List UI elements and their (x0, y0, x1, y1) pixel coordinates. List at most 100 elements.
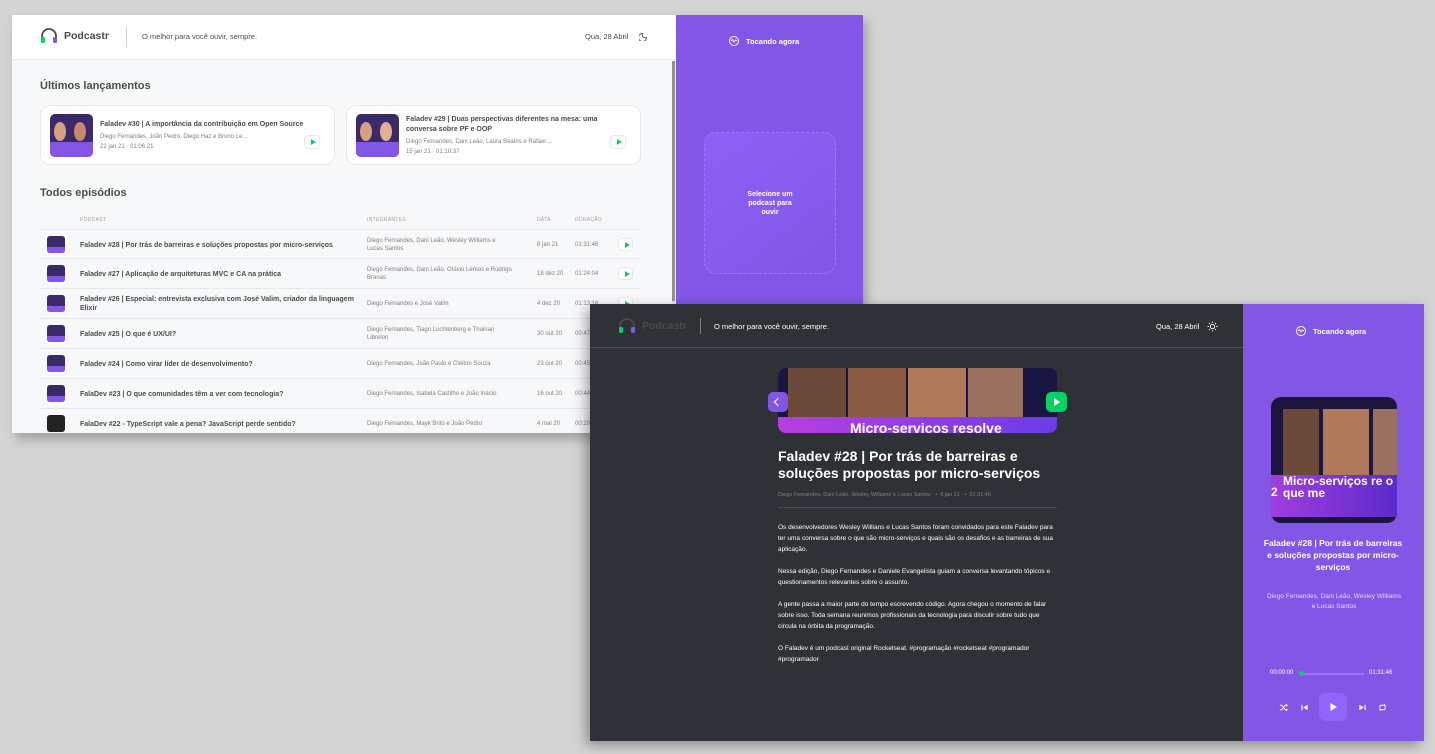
episode-cover: Micro-serviços resolve (778, 368, 1057, 433)
episode-members: Diego Fernandes, Dani Leão, Wesley Willi… (367, 238, 496, 252)
previous-button[interactable] (1297, 700, 1311, 714)
episode-date: 8 jan 21 (940, 492, 960, 498)
episode-thumbnail (47, 355, 65, 372)
latest-card[interactable]: Faladev #29 | Duas perspectivas diferent… (346, 105, 641, 165)
play-button[interactable] (618, 238, 633, 251)
playing-icon (1296, 326, 1306, 336)
progress-handle[interactable] (1299, 671, 1304, 676)
episode-date: 23 out 20 (537, 361, 563, 367)
empty-player-text: Selecione um podcast para ouvir (747, 190, 793, 216)
episode-thumbnail (47, 385, 65, 402)
play-pause-button[interactable] (1319, 693, 1347, 721)
latest-heading: Últimos lançamentos (40, 80, 151, 92)
description-paragraph: Os desenvolvedores Wesley Willians e Luc… (778, 524, 1053, 553)
episode-members: Diego Fernandes e José Valim (367, 301, 449, 307)
sun-icon[interactable] (1207, 321, 1218, 332)
header-divider (126, 27, 127, 47)
episode-window: Podcastr O melhor para você ouvir, sempr… (590, 304, 1424, 741)
column-podcast: PODCAST (80, 217, 107, 223)
episode-description: Os desenvolvedores Wesley Willians e Luc… (778, 522, 1058, 676)
episode-members: Diego Fernandes, Tiago Luchtenberg e Tha… (367, 327, 495, 341)
latest-members: Diego Fernandes, João Pedro, Diego Haz e… (100, 134, 248, 140)
latest-card[interactable]: Faladev #30 | A importância da contribui… (40, 105, 335, 165)
logo[interactable]: Podcastr (618, 318, 687, 334)
table-row: Faladev #26 | Especial: entrevista exclu… (40, 289, 640, 319)
player-sidebar: Tocando agora Micro-serviços re o que me… (1243, 304, 1424, 741)
play-episode-button[interactable] (1046, 392, 1067, 412)
tagline: O melhor para você ouvir, sempre. (714, 322, 830, 331)
episode-title[interactable]: FalaDev #23 | O que comunidades têm a ve… (80, 379, 365, 409)
episode-thumbnail (47, 295, 65, 312)
table-row: FalaDev #23 | O que comunidades têm a ve… (40, 379, 640, 409)
episode-title[interactable]: Faladev #25 | O que é UX/UI? (80, 319, 365, 349)
player-episode-members: Diego Fernandes, Dani Leão, Wesley Willi… (1267, 593, 1401, 610)
episode-members: Diego Fernandes, Mayk Brito e João Pedro (367, 421, 483, 427)
current-time: 00:00:00 (1270, 670, 1294, 676)
cover-caption: Micro-serviços re o que me (1283, 474, 1394, 500)
episode-date: 4 mai 20 (537, 421, 561, 427)
total-time: 01:31:46 (1369, 670, 1393, 676)
play-button[interactable] (618, 267, 633, 280)
previous-icon (1300, 704, 1308, 710)
episode-title[interactable]: FalaDev #22 - TypeScript vale a pena? Ja… (80, 409, 365, 433)
now-playing-header: Tocando agora (1295, 326, 1366, 336)
column-duration: DURAÇÃO (575, 217, 603, 223)
repeat-icon (1378, 703, 1386, 711)
headphones-icon (619, 318, 635, 333)
empty-player-card: Selecione um podcast para ouvir (704, 132, 836, 274)
table-row: Faladev #27 | Aplicação de arquiteturas … (40, 259, 640, 289)
episode-date: 16 out 20 (537, 391, 563, 397)
repeat-button[interactable] (1375, 700, 1389, 714)
tagline: O melhor para você ouvir, sempre. (142, 32, 258, 41)
latest-title[interactable]: Faladev #30 | A importância da contribui… (100, 120, 328, 130)
episode-date: 18 dez 20 (537, 271, 564, 277)
episode-thumbnail (47, 325, 65, 342)
cover-number: 2 (1271, 485, 1278, 499)
episode-members: Diego Fernandes, Dani Leão, Otávio Lemos… (367, 267, 512, 281)
episode-title[interactable]: Faladev #26 | Especial: entrevista exclu… (80, 289, 365, 319)
episode-title[interactable]: Faladev #24 | Como virar líder de desenv… (80, 349, 365, 379)
episode-thumbnail (50, 114, 93, 157)
episode-thumbnail (47, 265, 65, 282)
player-cover: Micro-serviços re o que me 2 (1271, 397, 1397, 523)
latest-members: Diego Fernandes, Dani Leão, Laura Beatri… (406, 139, 553, 145)
table-row: Faladev #24 | Como virar líder de desenv… (40, 349, 640, 379)
next-button[interactable] (1355, 700, 1369, 714)
progress-slider[interactable] (1301, 673, 1364, 675)
headphones-icon (41, 28, 57, 43)
table-row: Faladev #25 | O que é UX/UI? Diego Ferna… (40, 319, 640, 349)
now-playing-label: Tocando agora (1313, 326, 1367, 336)
logo[interactable]: Podcastr (40, 28, 109, 44)
current-date: Qua, 28 Abril (585, 32, 629, 41)
latest-title[interactable]: Faladev #29 | Duas perspectivas diferent… (406, 115, 621, 134)
now-playing-header: Tocando agora (728, 36, 799, 46)
player-episode-title: Faladev #28 | Por trás de barreiras e so… (1263, 538, 1403, 572)
latest-meta: 15 jan 21 · 01:10:37 (406, 149, 460, 155)
current-date: Qua, 28 Abril (1156, 322, 1200, 331)
back-button[interactable] (768, 392, 788, 412)
shuffle-button[interactable] (1276, 700, 1290, 714)
play-button[interactable] (610, 135, 626, 149)
moon-icon[interactable] (639, 31, 649, 41)
header: Podcastr O melhor para você ouvir, sempr… (590, 304, 1243, 348)
shuffle-icon (1279, 703, 1288, 711)
table-row: Faladev #28 | Por trás de barreiras e so… (40, 229, 640, 259)
episode-thumbnail (47, 415, 65, 432)
now-playing-label: Tocando agora (746, 36, 800, 46)
episode-title[interactable]: Faladev #27 | Aplicação de arquiteturas … (80, 259, 365, 289)
description-paragraph: A gente passa a maior parte do tempo esc… (778, 601, 1047, 630)
description-paragraph: O Faladev é um podcast original Rocketse… (778, 645, 1030, 663)
next-icon (1358, 704, 1366, 710)
cover-caption: Micro-serviços resolve (850, 420, 1002, 433)
episode-date: 8 jan 21 (537, 242, 559, 248)
logo-text: Podcastr (642, 320, 687, 332)
play-button[interactable] (304, 135, 320, 149)
column-members: INTEGRANTES (367, 217, 406, 223)
playing-icon (729, 36, 739, 46)
episode-thumbnail (356, 114, 399, 157)
episode-title[interactable]: Faladev #28 | Por trás de barreiras e so… (80, 230, 365, 260)
episode-thumbnail (47, 236, 65, 253)
episode-duration: 01:31:46 (969, 492, 991, 498)
episode-members: Diego Fernandes, Dani Leão, Wesley Willi… (778, 492, 931, 498)
header: Podcastr O melhor para você ouvir, sempr… (12, 15, 676, 60)
